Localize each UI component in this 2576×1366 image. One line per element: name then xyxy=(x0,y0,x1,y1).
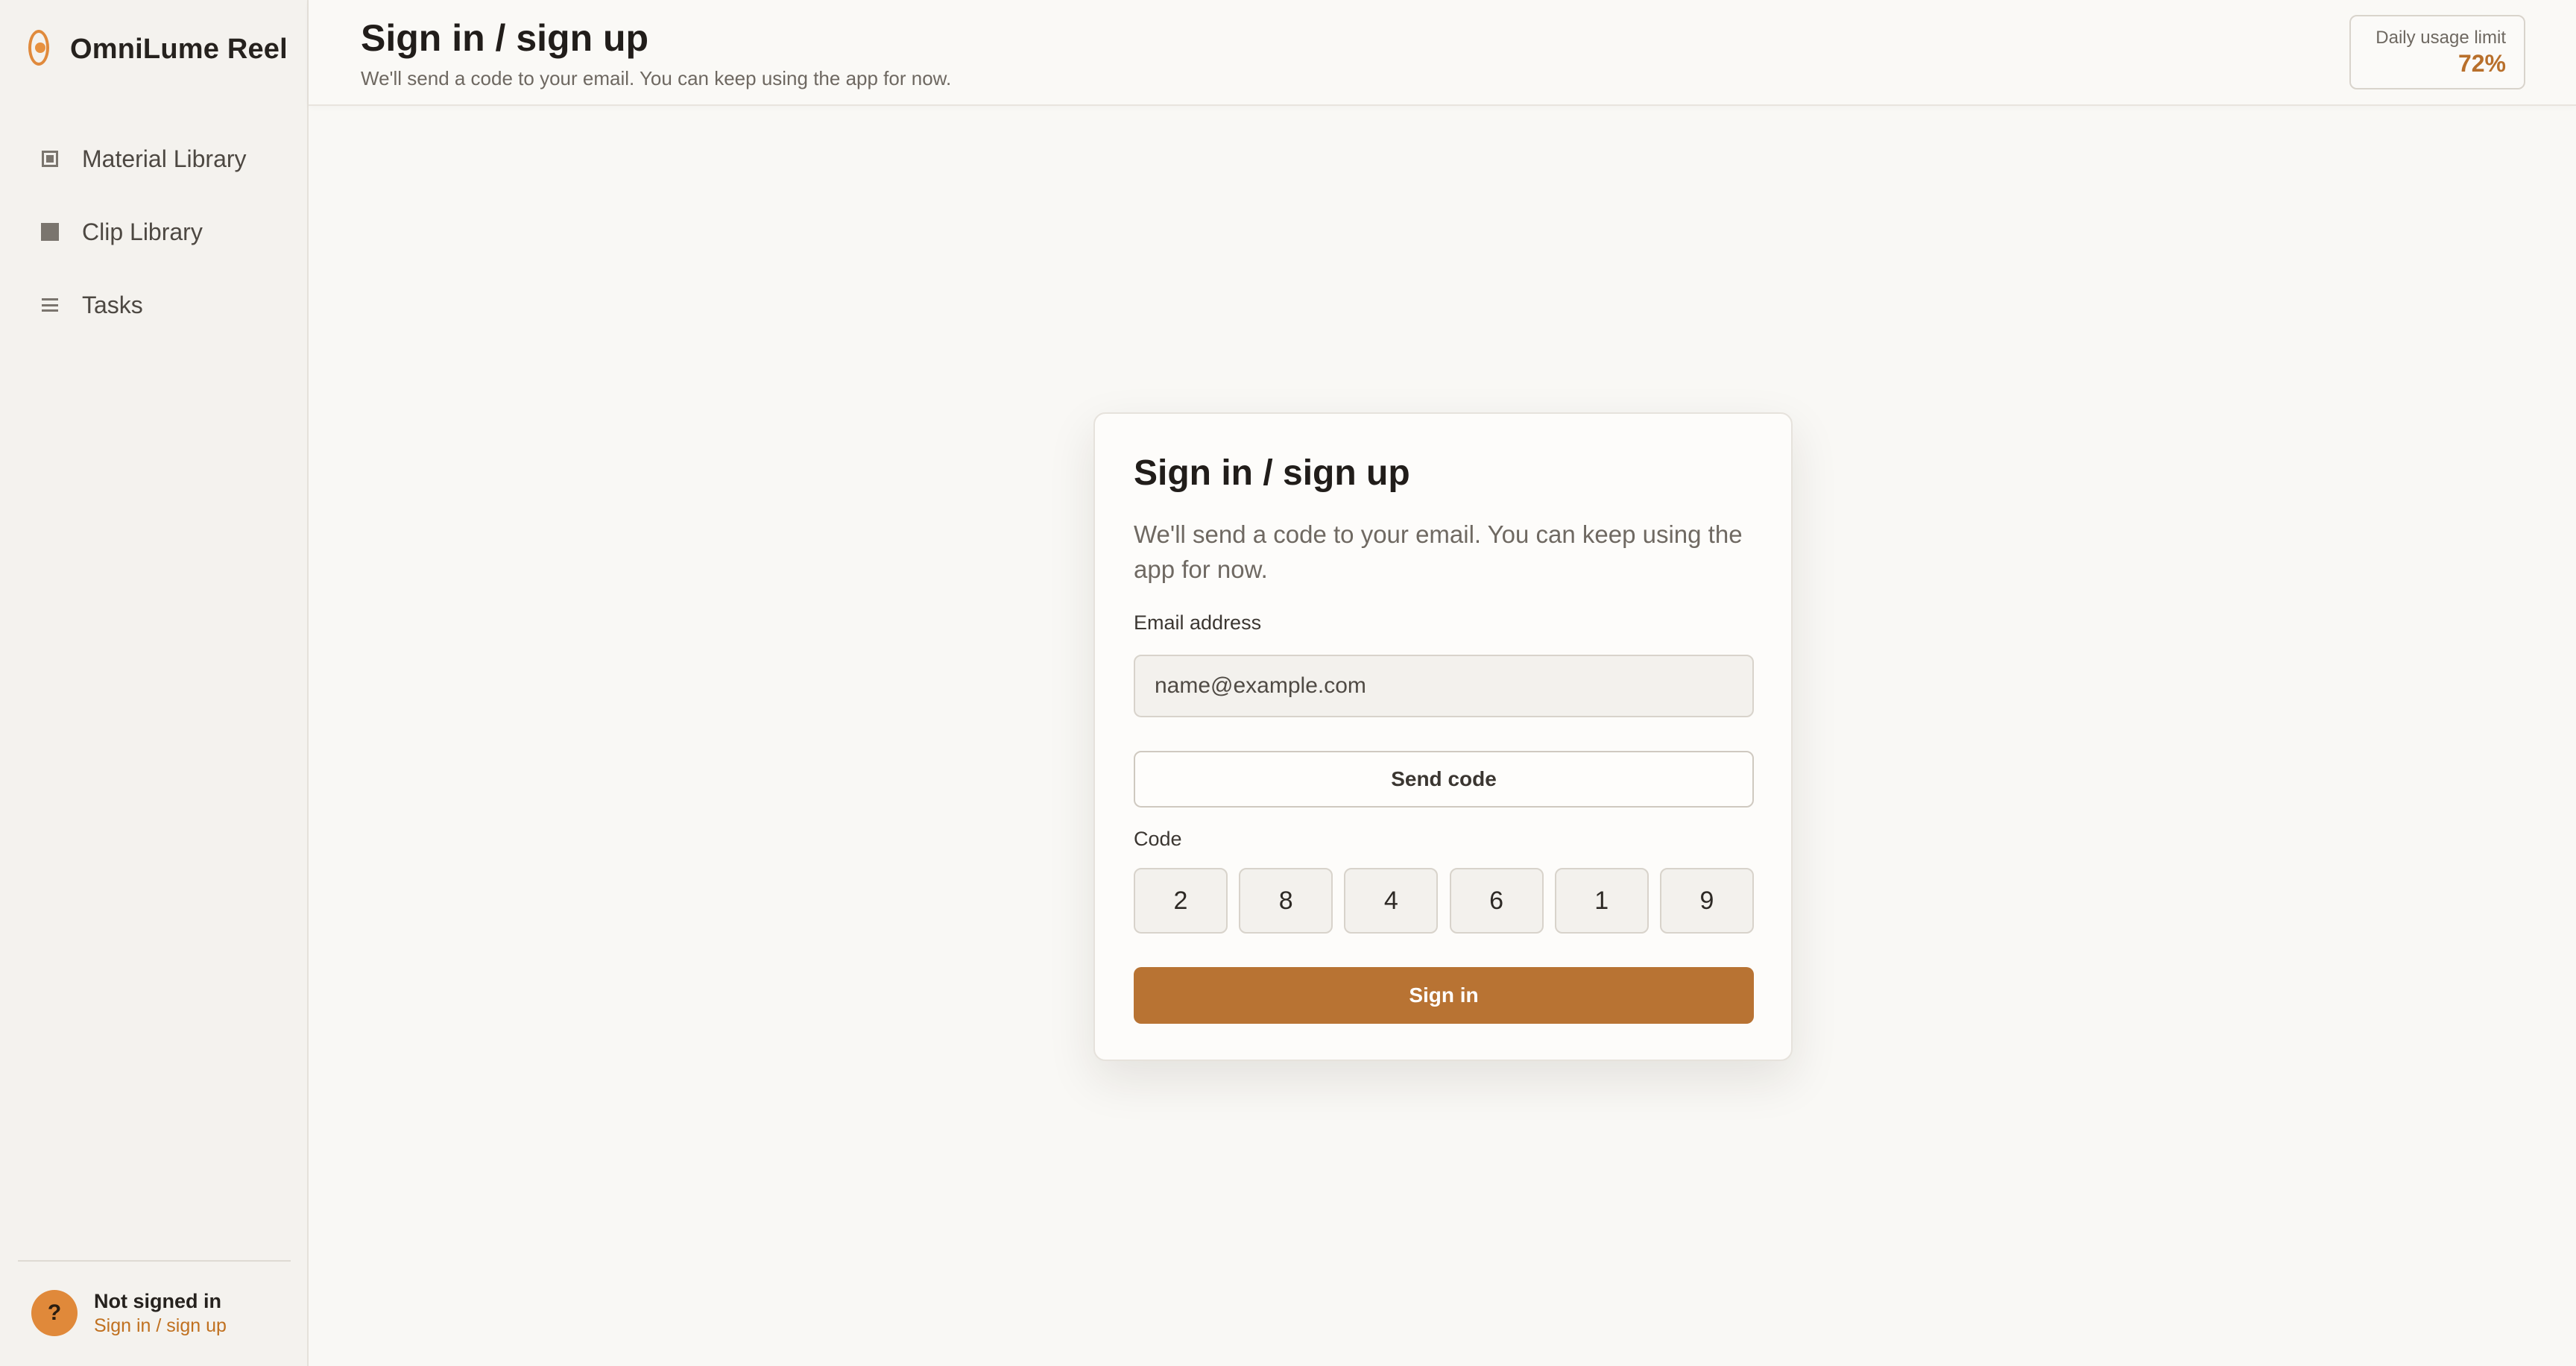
sidebar-item-label: Material Library xyxy=(82,145,247,172)
filled-square-icon xyxy=(40,222,60,242)
page-title: Sign in / sign up xyxy=(361,17,649,59)
card-description: We'll send a code to your email. You can… xyxy=(1134,520,1743,583)
list-lines-icon xyxy=(40,295,60,315)
user-status: Not signed in xyxy=(94,1290,221,1312)
page-subtitle: We'll send a code to your email. You can… xyxy=(361,67,952,89)
sidebar-item-tasks[interactable]: Tasks xyxy=(0,268,307,342)
sidebar-item-label: Tasks xyxy=(82,291,143,318)
sign-in-button[interactable]: Sign in xyxy=(1134,967,1754,1024)
usage-limit-badge: Daily usage limit 72% xyxy=(2349,15,2525,89)
sidebar-item-clip-library[interactable]: Clip Library xyxy=(0,195,307,268)
page-header: Sign in / sign up We'll send a code to y… xyxy=(309,0,2576,106)
framed-square-icon xyxy=(40,149,60,169)
user-account: ? Not signed in Sign in / sign up xyxy=(31,1288,227,1338)
send-code-button[interactable]: Send code xyxy=(1134,751,1754,808)
app-name: OmniLume Reel xyxy=(70,33,288,65)
email-label: Email address xyxy=(1134,611,1262,634)
code-digit-1[interactable] xyxy=(1134,868,1228,934)
sign-in-link[interactable]: Sign in / sign up xyxy=(94,1314,227,1338)
usage-limit-label: Daily usage limit xyxy=(2375,28,2506,48)
sidebar-divider xyxy=(18,1260,291,1262)
code-digit-3[interactable] xyxy=(1344,868,1439,934)
code-digit-2[interactable] xyxy=(1239,868,1333,934)
sidebar: OmniLume Reel Material Library Clip Libr… xyxy=(0,0,309,1366)
sidebar-nav: Material Library Clip Library Tasks xyxy=(0,122,307,342)
email-field[interactable] xyxy=(1134,655,1754,717)
sidebar-item-label: Clip Library xyxy=(82,218,203,245)
code-label: Code xyxy=(1134,828,1182,850)
code-inputs xyxy=(1134,868,1754,934)
code-digit-5[interactable] xyxy=(1554,868,1649,934)
card-title: Sign in / sign up xyxy=(1134,453,1410,493)
brand: OmniLume Reel xyxy=(28,27,288,72)
sign-in-card: Sign in / sign up We'll send a code to y… xyxy=(1093,412,1793,1061)
flame-ring-icon xyxy=(28,30,52,69)
code-digit-6[interactable] xyxy=(1659,868,1754,934)
code-digit-4[interactable] xyxy=(1449,868,1544,934)
sidebar-item-material-library[interactable]: Material Library xyxy=(0,122,307,195)
usage-limit-value: 72% xyxy=(2457,50,2506,77)
user-text: Not signed in Sign in / sign up xyxy=(94,1288,227,1338)
avatar[interactable]: ? xyxy=(31,1290,78,1336)
